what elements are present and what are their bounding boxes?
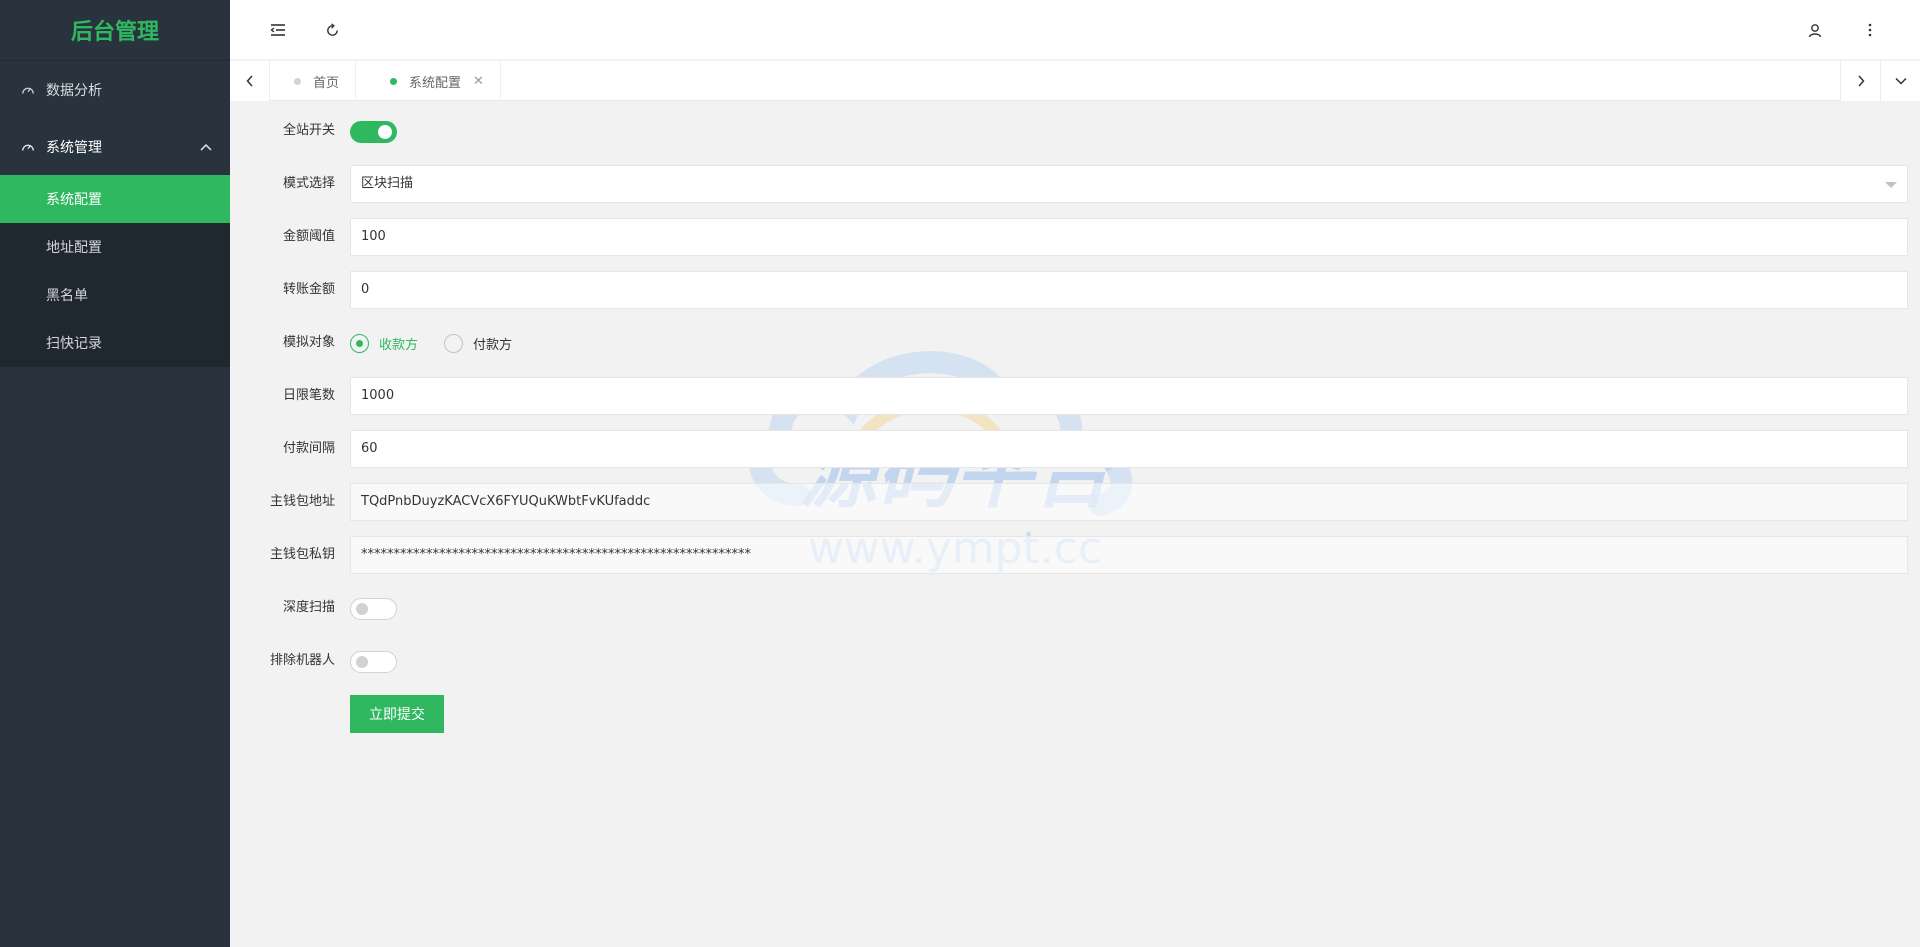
tab-status-dot xyxy=(390,77,397,85)
site-switch-label: 全站开关 xyxy=(282,123,335,138)
sidebar-item-data-analysis[interactable]: 数据分析 xyxy=(0,61,230,118)
indent-icon[interactable] xyxy=(253,0,303,60)
user-icon[interactable] xyxy=(1790,0,1840,60)
form-row-pay-interval: 付款间隔 60 xyxy=(230,430,1920,468)
pay-interval-input[interactable]: 60 xyxy=(350,430,1908,468)
form-row-deep-scan: 深度扫描 xyxy=(230,589,1920,627)
exclude-robot-label: 排除机器人 xyxy=(269,653,335,668)
chevron-up-icon xyxy=(200,139,212,155)
target-radio-group: 收款方 付款方 xyxy=(350,324,538,362)
form-row-wallet-key: 主钱包私钥 **********************************… xyxy=(230,536,1920,574)
tab-system-config[interactable]: 系统配置 ✕ xyxy=(366,61,501,101)
mode-label: 模式选择 xyxy=(282,176,335,191)
form-row-amount-threshold: 金额阈值 100 xyxy=(230,218,1920,256)
deep-scan-label: 深度扫描 xyxy=(282,600,335,615)
close-icon[interactable]: ✕ xyxy=(473,74,484,89)
form-row-submit: 立即提交 xyxy=(230,695,1920,733)
transfer-amount-input[interactable]: 0 xyxy=(350,271,1908,309)
switch-knob xyxy=(356,603,368,615)
radio-payer[interactable]: 付款方 xyxy=(444,333,513,353)
radio-label: 收款方 xyxy=(379,337,419,353)
refresh-icon[interactable] xyxy=(307,0,357,60)
tab-status-dot xyxy=(294,77,301,85)
exclude-robot-toggle[interactable] xyxy=(350,651,397,673)
site-switch-toggle[interactable] xyxy=(350,121,397,143)
form-row-transfer-amount: 转账金额 0 xyxy=(230,271,1920,309)
tab-scroll-left-button[interactable] xyxy=(230,61,270,101)
tab-bar: 首页 系统配置 ✕ xyxy=(230,61,1920,101)
dashboard-icon xyxy=(20,82,36,98)
transfer-amount-label: 转账金额 xyxy=(282,282,335,297)
radio-circle xyxy=(350,333,369,353)
submit-button[interactable]: 立即提交 xyxy=(350,695,444,733)
mode-select-value: 区块扫描 xyxy=(361,176,414,191)
radio-label: 付款方 xyxy=(473,337,513,353)
sidebar-item-address-config[interactable]: 地址配置 xyxy=(0,223,230,271)
amount-threshold-input[interactable]: 100 xyxy=(350,218,1908,256)
wallet-address-input[interactable]: TQdPnbDuyzKACVcX6FYUQuKWbtFvKUfaddc xyxy=(350,483,1908,521)
mode-select[interactable]: 区块扫描 xyxy=(350,165,1908,203)
sidebar: 后台管理 数据分析 系统管理 系统配置 地址配置 黑名单 扫快记录 xyxy=(0,0,230,947)
config-form: 全站开关 模式选择 区块扫描 金额阈值 100 转账金额 0 模拟对象 收款方 … xyxy=(230,101,1920,947)
sidebar-item-blacklist[interactable]: 黑名单 xyxy=(0,271,230,319)
switch-knob xyxy=(378,125,392,139)
sidebar-item-system-config[interactable]: 系统配置 xyxy=(0,175,230,223)
sidebar-item-label: 数据分析 xyxy=(46,82,102,99)
caret-down-icon xyxy=(1885,182,1897,188)
sidebar-item-label: 系统管理 xyxy=(46,139,102,156)
form-row-exclude-robot: 排除机器人 xyxy=(230,642,1920,680)
wallet-key-input[interactable]: ****************************************… xyxy=(350,536,1908,574)
switch-knob xyxy=(356,656,368,668)
tab-label: 系统配置 xyxy=(409,75,462,91)
app-logo-title: 后台管理 xyxy=(0,0,230,61)
radio-payee[interactable]: 收款方 xyxy=(350,333,419,353)
dashboard-icon xyxy=(20,139,36,155)
daily-limit-label: 日限笔数 xyxy=(282,388,335,403)
amount-threshold-label: 金额阈值 xyxy=(282,229,335,244)
top-header xyxy=(230,0,1920,60)
radio-circle xyxy=(444,333,464,353)
form-row-site-switch: 全站开关 xyxy=(230,112,1920,150)
daily-limit-input[interactable]: 1000 xyxy=(350,377,1908,415)
wallet-key-label: 主钱包私钥 xyxy=(269,547,335,562)
form-row-mode: 模式选择 区块扫描 xyxy=(230,165,1920,203)
form-row-daily-limit: 日限笔数 1000 xyxy=(230,377,1920,415)
deep-scan-toggle[interactable] xyxy=(350,598,397,620)
tab-label: 首页 xyxy=(313,75,340,91)
wallet-address-label: 主钱包地址 xyxy=(269,494,335,509)
tab-scroll-right-button[interactable] xyxy=(1840,61,1880,101)
tab-dropdown-button[interactable] xyxy=(1880,61,1920,101)
tab-home[interactable]: 首页 xyxy=(270,61,357,101)
pay-interval-label: 付款间隔 xyxy=(282,441,335,456)
more-vertical-icon[interactable] xyxy=(1845,0,1895,60)
sidebar-item-scan-records[interactable]: 扫快记录 xyxy=(0,319,230,367)
target-label: 模拟对象 xyxy=(282,335,335,350)
form-row-wallet-address: 主钱包地址 TQdPnbDuyzKACVcX6FYUQuKWbtFvKUfadd… xyxy=(230,483,1920,521)
form-row-target: 模拟对象 收款方 付款方 xyxy=(230,324,1920,362)
sidebar-item-system-management[interactable]: 系统管理 xyxy=(0,118,230,175)
sidebar-submenu: 系统配置 地址配置 黑名单 扫快记录 xyxy=(0,175,230,367)
